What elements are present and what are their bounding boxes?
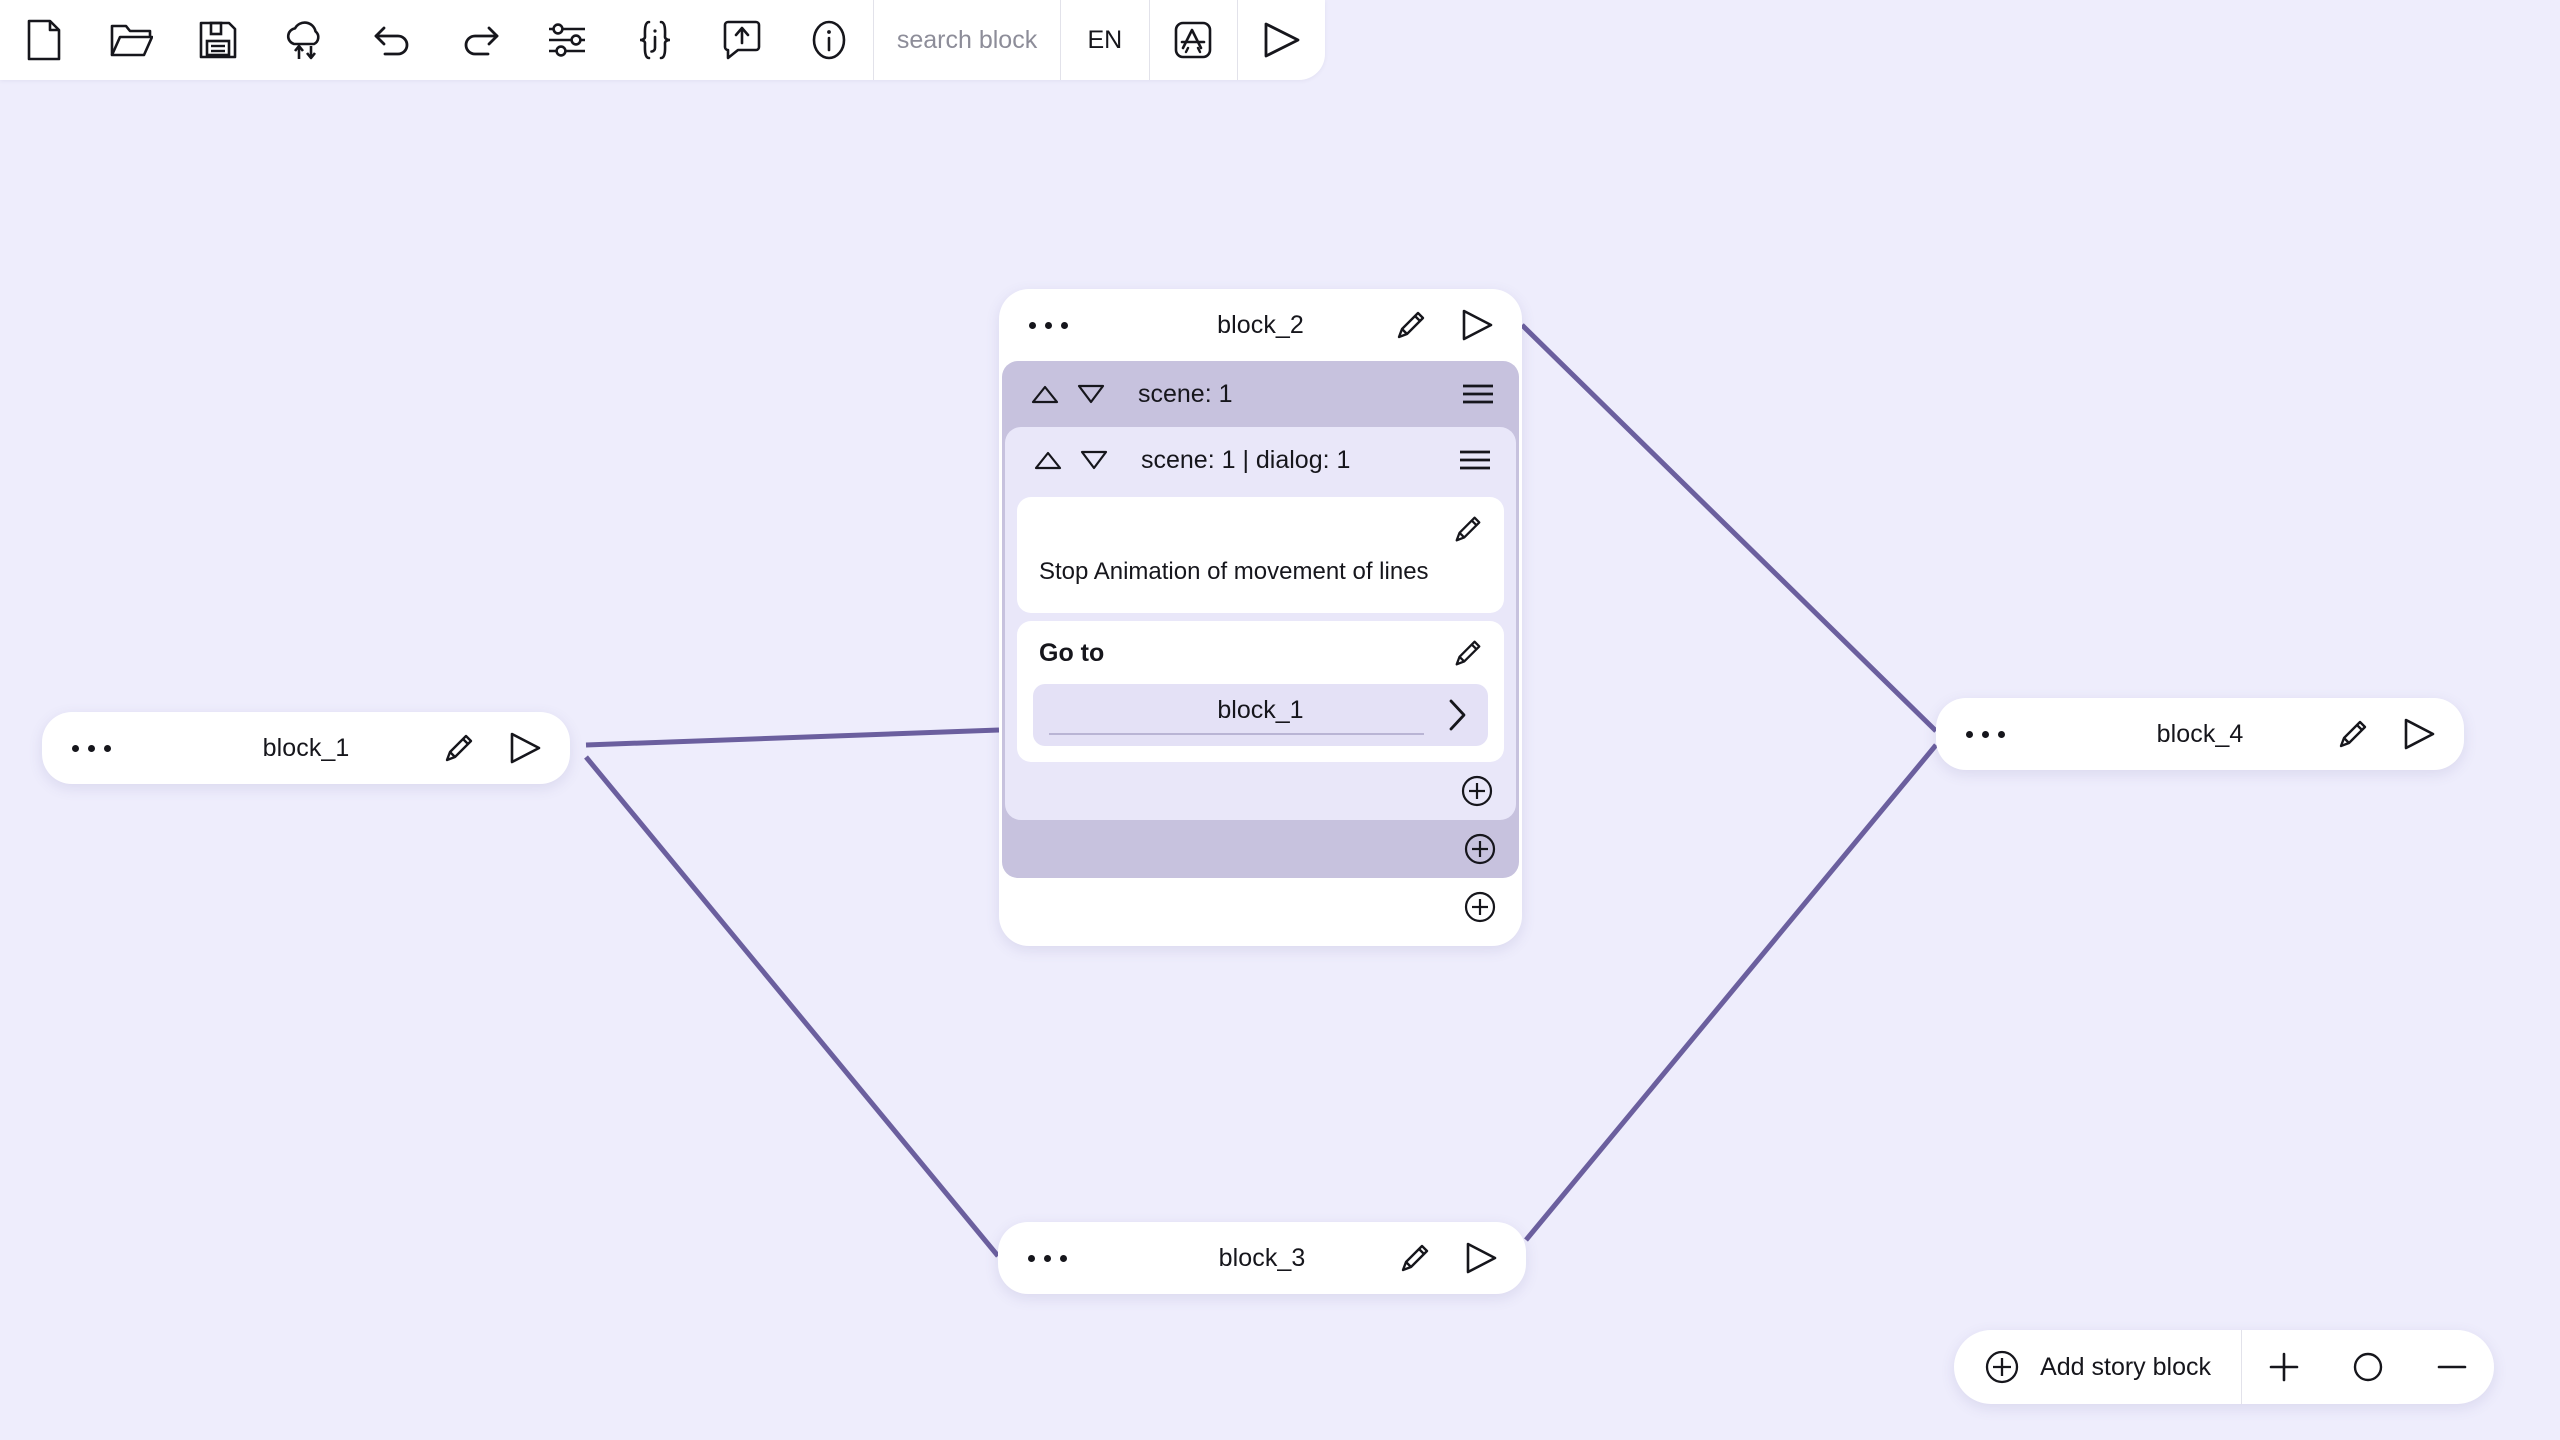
block-play-icon[interactable] [1462,1241,1500,1275]
move-down-triangle-icon[interactable] [1079,449,1109,471]
dialog-row-header[interactable]: scene: 1 | dialog: 1 [1005,427,1516,493]
scene-label: scene: 1 [1138,379,1233,408]
dialog-label: scene: 1 | dialog: 1 [1141,445,1351,474]
goto-card[interactable]: Go to block_1 [1017,621,1504,762]
edit-pencil-icon[interactable] [1398,1241,1432,1275]
block-header[interactable]: block_1 [42,712,570,784]
translate-icon[interactable] [1150,0,1237,80]
move-up-triangle-icon[interactable] [1030,383,1060,405]
add-block-item-row[interactable] [999,878,1522,936]
zoom-reset-circle-button[interactable] [2326,1330,2410,1404]
chevron-right-icon[interactable] [1446,698,1468,732]
add-scene-item-row[interactable] [1002,820,1519,878]
dialog-container[interactable]: scene: 1 | dialog: 1 Stop Animation of m… [1005,427,1516,820]
open-folder-icon[interactable] [87,0,174,80]
info-icon[interactable] [786,0,873,80]
scene-menu-hamburger-icon[interactable] [1461,381,1495,407]
goto-underline [1049,733,1424,735]
dialog-text: Stop Animation of movement of lines [1039,558,1429,585]
story-block-block_4[interactable]: block_4 [1936,698,2464,770]
dialog-text-card[interactable]: Stop Animation of movement of lines [1017,497,1504,613]
block-header[interactable]: block_4 [1936,698,2464,770]
cloud-sync-icon[interactable] [262,0,349,80]
story-block-block_3[interactable]: block_3 [998,1222,1526,1294]
block-menu-dots-icon[interactable] [1028,1254,1067,1262]
save-icon[interactable] [175,0,262,80]
json-braces-icon[interactable] [611,0,698,80]
scene-container[interactable]: scene: 1 scene: 1 | dialog: 1 Stop Anima… [1002,361,1519,878]
block-play-icon[interactable] [2400,717,2438,751]
run-play-icon[interactable] [1238,0,1325,80]
move-up-triangle-icon[interactable] [1033,449,1063,471]
edit-pencil-icon[interactable] [2336,717,2370,751]
add-plus-circle-icon[interactable] [1463,890,1497,924]
dialog-menu-hamburger-icon[interactable] [1458,447,1492,473]
edit-pencil-icon[interactable] [442,731,476,765]
zoom-in-button[interactable] [2242,1330,2326,1404]
export-upload-icon[interactable] [698,0,785,80]
add-plus-circle-icon[interactable] [1460,774,1494,808]
add-story-block-button[interactable]: Add story block [1954,1330,2241,1404]
redo-icon[interactable] [436,0,523,80]
scene-row-header[interactable]: scene: 1 [1002,361,1519,427]
story-block-block_1[interactable]: block_1 [42,712,570,784]
goto-target-select[interactable]: block_1 [1033,684,1488,746]
add-story-block-label: Add story block [2040,1352,2211,1381]
search-input[interactable]: search block [874,0,1060,80]
canvas[interactable]: search block EN block_1 block_2 scene: 1… [0,0,2560,1440]
language-button[interactable]: EN [1061,0,1148,80]
goto-label: Go to [1039,639,1105,667]
block-menu-dots-icon[interactable] [1029,321,1068,329]
goto-target-value: block_1 [1217,696,1304,724]
story-block-block_2[interactable]: block_2 scene: 1 scene: 1 | dialog: 1 St… [999,289,1522,946]
main-toolbar[interactable]: search block EN [0,0,1325,80]
block-menu-dots-icon[interactable] [1966,730,2005,738]
block-header[interactable]: block_3 [998,1222,1526,1294]
block-play-icon[interactable] [1458,308,1496,342]
add-plus-circle-icon[interactable] [1463,832,1497,866]
wire-block1-block2 [585,727,1000,748]
wire-block2-block4 [1520,323,1938,733]
bottom-toolbar[interactable]: Add story block [1954,1330,2494,1404]
edit-pencil-icon[interactable] [1452,637,1484,674]
block-header[interactable]: block_2 [999,289,1522,361]
wire-block3-block4 [1524,743,1938,1242]
new-file-icon[interactable] [0,0,87,80]
undo-icon[interactable] [349,0,436,80]
wire-block1-block3 [584,755,1000,1258]
settings-sliders-icon[interactable] [524,0,611,80]
add-dialog-item-row[interactable] [1005,762,1516,820]
zoom-out-button[interactable] [2410,1330,2494,1404]
edit-pencil-icon[interactable] [1394,308,1428,342]
block-play-icon[interactable] [506,731,544,765]
move-down-triangle-icon[interactable] [1076,383,1106,405]
add-plus-circle-icon [1984,1349,2020,1385]
edit-pencil-icon[interactable] [1452,513,1484,550]
block-menu-dots-icon[interactable] [72,744,111,752]
